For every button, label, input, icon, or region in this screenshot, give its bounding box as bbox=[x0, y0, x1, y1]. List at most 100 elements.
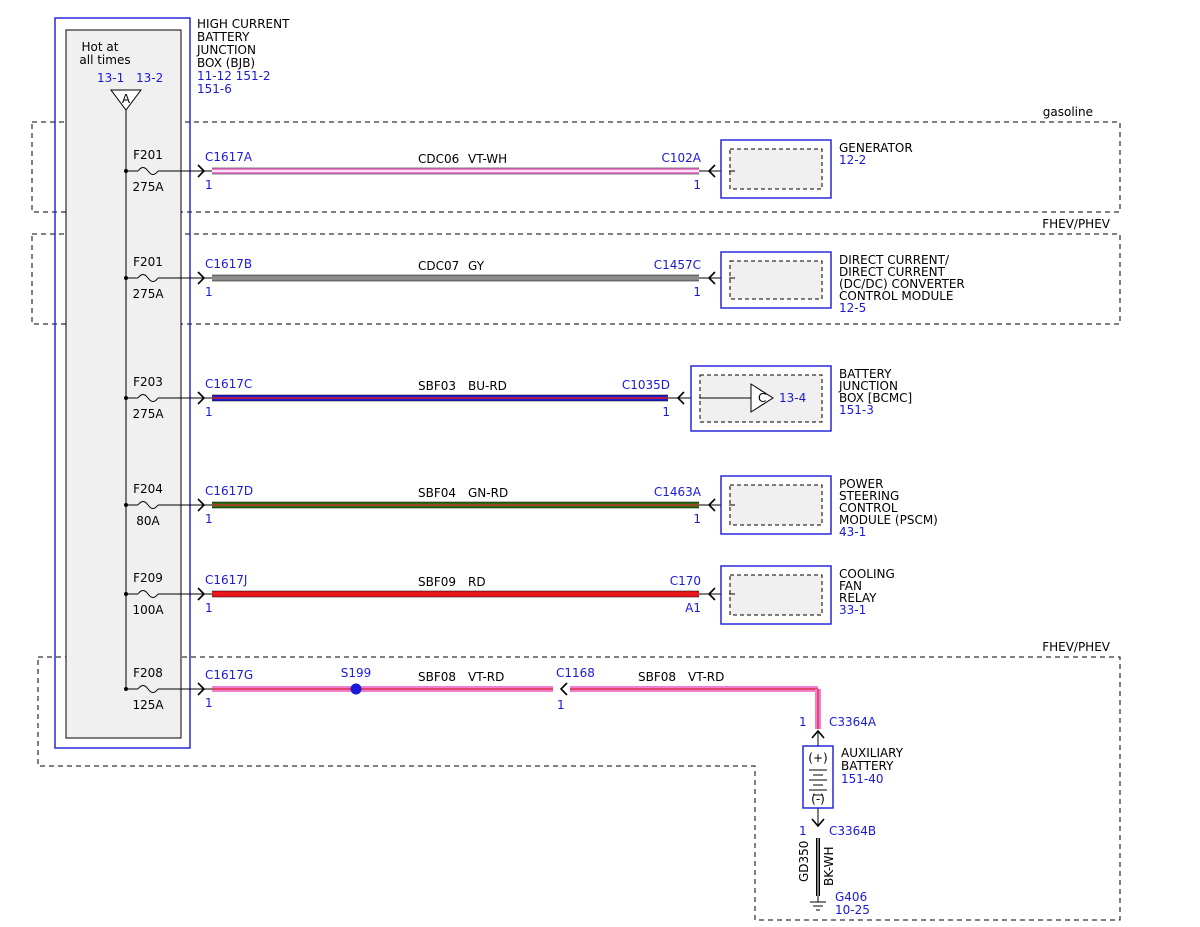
circuit-name: CDC07 bbox=[418, 259, 459, 273]
splice-dot bbox=[350, 683, 362, 695]
bus-label-c: C bbox=[758, 391, 766, 405]
aux-battery-ref-link[interactable]: 151-40 bbox=[841, 772, 884, 786]
connector-c3364b[interactable]: C3364B bbox=[829, 824, 876, 838]
fuse-label: F201 bbox=[133, 255, 163, 269]
circuit-name: SBF04 bbox=[418, 486, 456, 500]
fuse-label: F201 bbox=[133, 148, 163, 162]
wire-color-2: VT-RD bbox=[688, 670, 724, 684]
pin-left: 1 bbox=[205, 696, 213, 710]
component-ref-link[interactable]: 12-5 bbox=[839, 301, 866, 315]
circuit-name: CDC06 bbox=[418, 152, 459, 166]
region-label: FHEV/PHEV bbox=[1042, 217, 1111, 231]
connector-right[interactable]: C1457C bbox=[654, 258, 701, 272]
connector-left[interactable]: C1617B bbox=[205, 257, 252, 271]
circuit-name: SBF09 bbox=[418, 575, 456, 589]
region-gasoline bbox=[31, 121, 1121, 213]
fuse-rating: 275A bbox=[132, 287, 164, 301]
circuit-row: F208 125A C1617G 1 SBF08 VT-RD bbox=[124, 666, 825, 828]
pin-c3364b: 1 bbox=[799, 824, 807, 838]
ground-color: BK-WH bbox=[822, 846, 836, 886]
ground-ref-link[interactable]: 10-25 bbox=[835, 903, 870, 917]
connector-c3364a[interactable]: C3364A bbox=[829, 715, 877, 729]
bjb-title: HIGH CURRENT bbox=[197, 17, 290, 31]
connector-right[interactable]: C1035D bbox=[622, 378, 670, 392]
connector-left[interactable]: C1617D bbox=[205, 484, 253, 498]
splice-label: S199 bbox=[341, 666, 372, 680]
bjb-ref-link[interactable]: 11-12 151-2 bbox=[197, 69, 271, 83]
bus-node bbox=[124, 503, 128, 507]
pin-left: 1 bbox=[205, 285, 213, 299]
ground-label[interactable]: G406 bbox=[835, 890, 867, 904]
component-ref-link[interactable]: 12-2 bbox=[839, 153, 866, 167]
fuse-rating: 125A bbox=[132, 698, 164, 712]
bjb-title: JUNCTION bbox=[196, 43, 256, 57]
fuse-label: F208 bbox=[133, 666, 163, 680]
fuse-rating: 275A bbox=[132, 180, 164, 194]
connector-right[interactable]: C170 bbox=[670, 574, 701, 588]
wire-color: GN-RD bbox=[468, 486, 508, 500]
pin-right: 1 bbox=[693, 178, 701, 192]
hot-ref-link[interactable]: 13-1 bbox=[97, 71, 124, 85]
region-label: gasoline bbox=[1043, 105, 1093, 119]
battery-minus: (-) bbox=[811, 792, 825, 806]
wire-color: VT-WH bbox=[468, 152, 507, 166]
bjb-title: BOX (BJB) bbox=[197, 56, 255, 70]
component-inner bbox=[729, 148, 823, 190]
bjb-box: Hot at all times 13-1 13-2 A HIGH CURREN… bbox=[54, 17, 290, 749]
connector-left[interactable]: C1617C bbox=[205, 377, 252, 391]
circuit-row: F203275AC1617C1SBF03 BU-RD C1035D1C 13-4BAT… bbox=[124, 365, 912, 432]
connector-c1168[interactable]: C1168 bbox=[556, 666, 595, 680]
bus-node bbox=[124, 169, 128, 173]
circuit-row: F20480AC1617D1SBF04 GN-RD C1463A1POWERSTEE… bbox=[124, 475, 938, 539]
aux-battery-name: AUXILIARY bbox=[841, 746, 904, 760]
pin-left: 1 bbox=[205, 405, 213, 419]
bjb-ref-link[interactable]: 151-6 bbox=[197, 82, 232, 96]
connector-right[interactable]: C1463A bbox=[654, 485, 702, 499]
component-ref-link[interactable]: 33-1 bbox=[839, 603, 866, 617]
bus-node bbox=[124, 276, 128, 280]
circuit-row: F201275AC1617A1CDC06 VT-WH C102A1GENERATOR… bbox=[124, 139, 913, 199]
circuit-row: F201275AC1617B1CDC07 GY C1457C1DIRECT CURR… bbox=[124, 251, 965, 315]
region-borders: gasoline FHEV/PHEV FHEV/PHEV bbox=[31, 105, 1121, 921]
hot-ref-link[interactable]: 13-2 bbox=[136, 71, 163, 85]
pin-right: 1 bbox=[693, 512, 701, 526]
fuse-label: F203 bbox=[133, 375, 163, 389]
ground-icon bbox=[810, 896, 826, 911]
connector-right[interactable]: C102A bbox=[662, 151, 702, 165]
connector-left[interactable]: C1617G bbox=[205, 668, 253, 682]
inner-ref-link[interactable]: 13-4 bbox=[779, 391, 806, 405]
connector-chevron-icon bbox=[559, 682, 568, 696]
bus-node bbox=[124, 687, 128, 691]
fuse-label: F209 bbox=[133, 571, 163, 585]
fuse-rating: 275A bbox=[132, 407, 164, 421]
connector-left[interactable]: C1617J bbox=[205, 573, 247, 587]
fuse-label: F204 bbox=[133, 482, 163, 496]
pin-left: 1 bbox=[205, 512, 213, 526]
component-ref-link[interactable]: 43-1 bbox=[839, 525, 866, 539]
component-inner bbox=[729, 574, 823, 616]
bus-node bbox=[124, 396, 128, 400]
component-inner bbox=[729, 260, 823, 300]
bus-node bbox=[124, 592, 128, 596]
circuit-name-2: SBF08 bbox=[638, 670, 676, 684]
region-fhev-2 bbox=[37, 656, 1121, 921]
wiring-diagram: gasoline FHEV/PHEV FHEV/PHEV Hot at all … bbox=[31, 17, 1121, 921]
pin-left: 1 bbox=[205, 178, 213, 192]
ground-circuit: GD350 bbox=[797, 841, 811, 882]
pin-c3364a: 1 bbox=[799, 715, 807, 729]
bjb-inner bbox=[65, 29, 182, 739]
pin-c1168: 1 bbox=[557, 698, 565, 712]
pin-right: A1 bbox=[685, 601, 701, 615]
bjb-title: BATTERY bbox=[197, 30, 250, 44]
connector-left[interactable]: C1617A bbox=[205, 150, 253, 164]
battery-plus: (+) bbox=[808, 751, 827, 765]
wire-color: RD bbox=[468, 575, 486, 589]
wire-color: BU-RD bbox=[468, 379, 507, 393]
hot-label: all times bbox=[79, 53, 130, 67]
bus-label-a: A bbox=[122, 92, 131, 106]
circuit-name: SBF08 bbox=[418, 670, 456, 684]
aux-battery-name: BATTERY bbox=[841, 759, 894, 773]
pin-right: 1 bbox=[662, 405, 670, 419]
component-ref-link[interactable]: 151-3 bbox=[839, 403, 874, 417]
fuse-rating: 100A bbox=[132, 603, 164, 617]
